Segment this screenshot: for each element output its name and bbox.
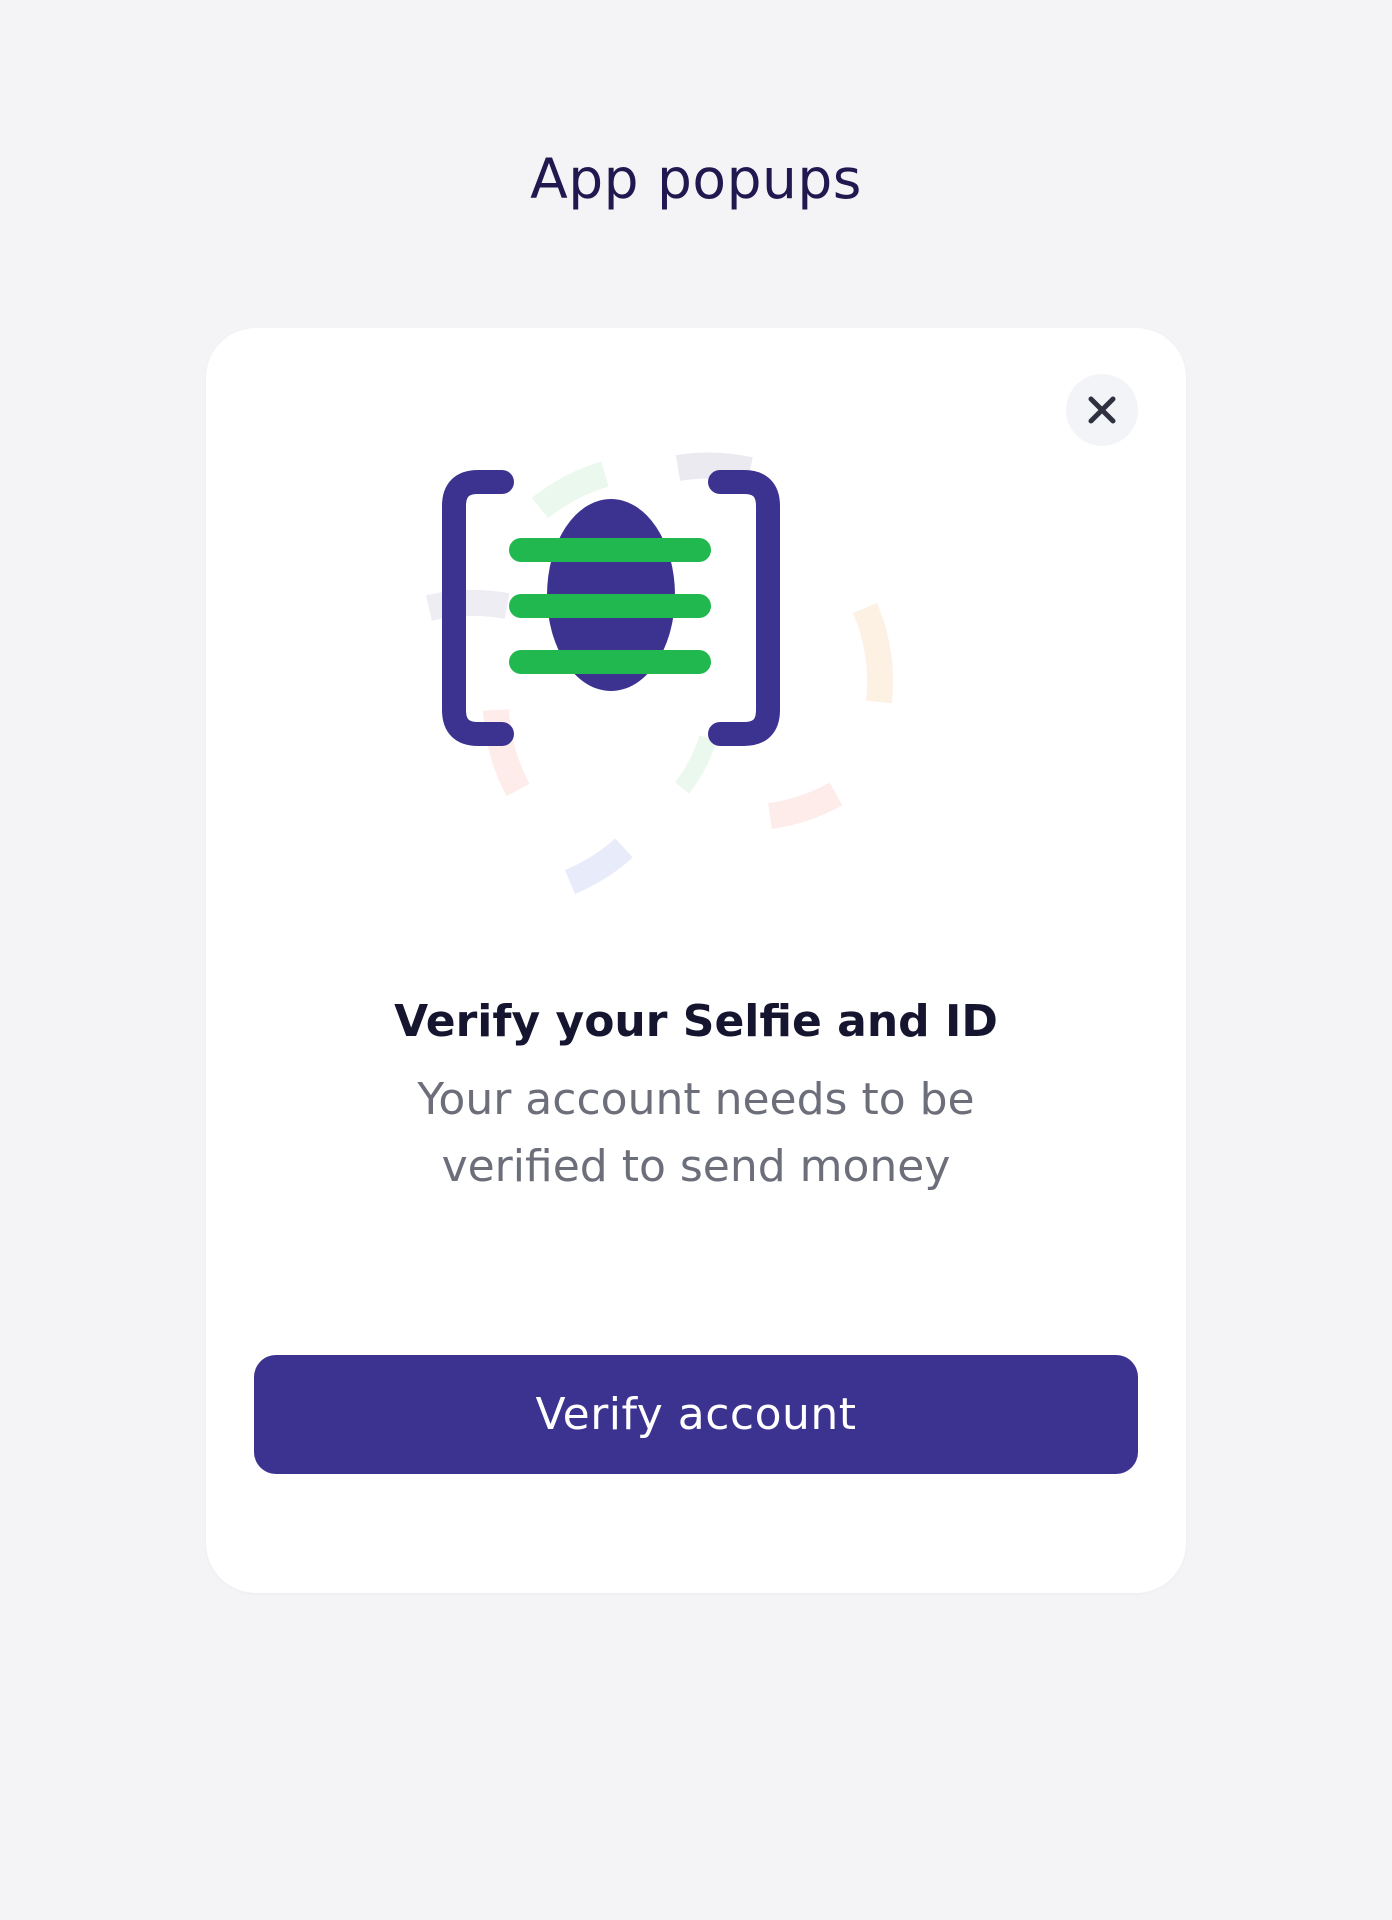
verification-popup: Verify your Selfie and ID Your account n…	[206, 328, 1186, 1593]
close-button[interactable]	[1066, 374, 1138, 446]
page-title: App popups	[530, 147, 862, 211]
verify-account-button[interactable]: Verify account	[254, 1355, 1138, 1474]
close-icon	[1088, 396, 1116, 424]
face-scan-icon	[426, 452, 894, 895]
popup-message: Your account needs to be verified to sen…	[417, 1074, 975, 1192]
popup-heading: Verify your Selfie and ID	[394, 996, 998, 1047]
